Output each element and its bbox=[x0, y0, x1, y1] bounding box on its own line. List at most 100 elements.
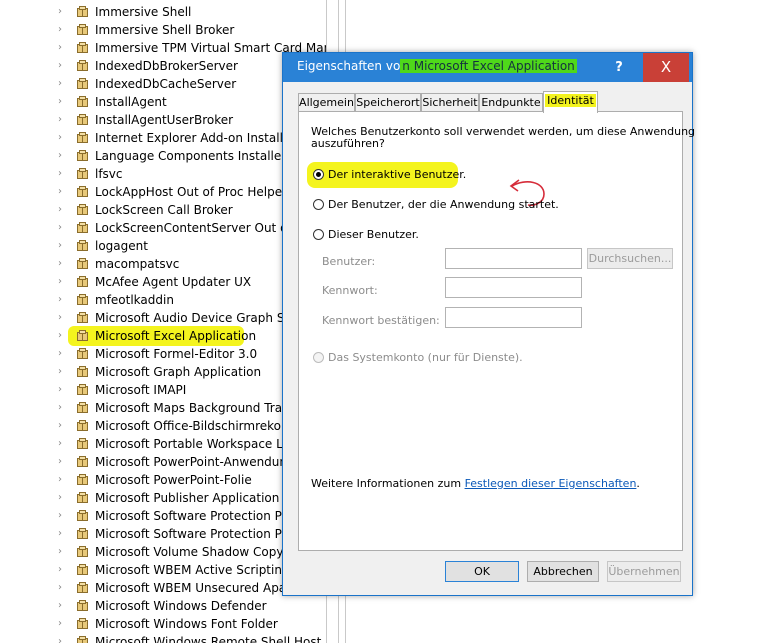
chevron-right-icon[interactable]: › bbox=[58, 294, 62, 306]
tree-item[interactable]: › McAfee Agent Updater UX bbox=[0, 273, 326, 291]
tree-item[interactable]: › Microsoft PowerPoint-Anwendung bbox=[0, 453, 326, 471]
tree-item[interactable]: › LockAppHost Out of Proc Helper fo bbox=[0, 183, 326, 201]
tree-item[interactable]: › LockScreen Call Broker bbox=[0, 201, 326, 219]
tree-item[interactable]: › InstallAgentUserBroker bbox=[0, 111, 326, 129]
tab-sicherheit[interactable]: Sicherheit bbox=[421, 93, 479, 112]
chevron-right-icon[interactable]: › bbox=[58, 222, 62, 234]
chevron-right-icon[interactable]: › bbox=[58, 114, 62, 126]
tree-item[interactable]: › Microsoft Audio Device Graph Serve bbox=[0, 309, 326, 327]
tree-item[interactable]: › Microsoft Windows Defender bbox=[0, 597, 326, 615]
tree-item[interactable]: › Microsoft Software Protection Platf bbox=[0, 507, 326, 525]
chevron-right-icon[interactable]: › bbox=[58, 78, 62, 90]
chevron-right-icon[interactable]: › bbox=[58, 636, 62, 643]
chevron-right-icon[interactable]: › bbox=[58, 582, 62, 594]
component-box-icon bbox=[77, 636, 88, 643]
more-info-link[interactable]: Festlegen dieser Eigenschaften bbox=[465, 477, 637, 490]
tree-item[interactable]: › Microsoft WBEM Active Scripting Ev bbox=[0, 561, 326, 579]
tree-item[interactable]: › Microsoft Software Protection Platf bbox=[0, 525, 326, 543]
chevron-right-icon[interactable]: › bbox=[58, 204, 62, 216]
tree-item[interactable]: › Immersive Shell bbox=[0, 3, 326, 21]
chevron-right-icon[interactable]: › bbox=[58, 546, 62, 558]
tree-item[interactable]: › Language Components Installer Com bbox=[0, 147, 326, 165]
tree-item[interactable]: › Microsoft Windows Font Folder bbox=[0, 615, 326, 633]
close-button[interactable]: X bbox=[643, 53, 689, 82]
chevron-right-icon[interactable]: › bbox=[58, 168, 62, 180]
tree-item[interactable]: › logagent bbox=[0, 237, 326, 255]
label-this-user[interactable]: Dieser Benutzer. bbox=[328, 228, 419, 241]
chevron-right-icon[interactable]: › bbox=[58, 96, 62, 108]
tree-item[interactable]: › macompatsvc bbox=[0, 255, 326, 273]
tree-item[interactable]: › mfeotlkaddin bbox=[0, 291, 326, 309]
chevron-right-icon[interactable]: › bbox=[58, 510, 62, 522]
cancel-button[interactable]: Abbrechen bbox=[527, 561, 599, 582]
tree-item[interactable]: ›Immersive TPM Virtual Smart Card Manage… bbox=[0, 39, 326, 57]
tree-item[interactable]: › Microsoft Office-Bildschirmrekorde bbox=[0, 417, 326, 435]
browse-button[interactable]: Durchsuchen... bbox=[587, 248, 673, 269]
label-launching-user[interactable]: Der Benutzer, der die Anwendung startet. bbox=[328, 198, 559, 211]
chevron-right-icon[interactable]: › bbox=[58, 186, 62, 198]
chevron-right-icon[interactable]: › bbox=[58, 42, 62, 54]
confirm-password-input[interactable] bbox=[445, 307, 582, 328]
tab-identitaet[interactable]: Identität bbox=[543, 91, 598, 113]
tab-endpunkte[interactable]: Endpunkte bbox=[479, 93, 543, 112]
tab-speicherort[interactable]: Speicherort bbox=[355, 93, 421, 112]
radio-this-user[interactable] bbox=[313, 229, 324, 240]
tree-item[interactable]: › Microsoft Portable Workspace Laun bbox=[0, 435, 326, 453]
tree-item[interactable]: › Microsoft WBEM Unsecured Apartm bbox=[0, 579, 326, 597]
chevron-right-icon[interactable]: › bbox=[58, 438, 62, 450]
chevron-right-icon[interactable]: › bbox=[58, 456, 62, 468]
radio-launching-user[interactable] bbox=[313, 199, 324, 210]
help-button[interactable]: ? bbox=[596, 53, 642, 82]
tree-item[interactable]: › Microsoft Graph Application bbox=[0, 363, 326, 381]
tree-item-label: Microsoft Office-Bildschirmrekorde bbox=[95, 419, 301, 433]
tree-item[interactable]: › Microsoft Formel-Editor 3.0 bbox=[0, 345, 326, 363]
chevron-right-icon[interactable]: › bbox=[58, 312, 62, 324]
chevron-right-icon[interactable]: › bbox=[58, 330, 62, 342]
tree-item[interactable]: › Microsoft Excel Application bbox=[0, 327, 326, 345]
tab-allgemein[interactable]: Allgemein bbox=[298, 93, 355, 112]
title-bar[interactable]: Eigenschaften vo n Microsoft Excel Applic… bbox=[283, 53, 692, 82]
chevron-right-icon[interactable]: › bbox=[58, 240, 62, 252]
chevron-right-icon[interactable]: › bbox=[58, 348, 62, 360]
tree-item[interactable]: › LockScreenContentServer Out of Pr bbox=[0, 219, 326, 237]
tree-item[interactable]: › Immersive Shell Broker bbox=[0, 21, 326, 39]
tree-item[interactable]: › Microsoft Maps Background Transf bbox=[0, 399, 326, 417]
tree-item[interactable]: › Microsoft IMAPI bbox=[0, 381, 326, 399]
chevron-right-icon[interactable]: › bbox=[58, 420, 62, 432]
tree-item-label: Microsoft WBEM Unsecured Apartm bbox=[95, 581, 308, 595]
tree-item[interactable]: › Microsoft Windows Remote Shell Host bbox=[0, 633, 326, 643]
label-interactive-user[interactable]: Der interaktive Benutzer. bbox=[328, 168, 466, 181]
chevron-right-icon[interactable]: › bbox=[58, 6, 62, 18]
user-input[interactable] bbox=[445, 248, 582, 269]
ok-button[interactable]: OK bbox=[445, 561, 519, 582]
chevron-right-icon[interactable]: › bbox=[58, 276, 62, 288]
chevron-right-icon[interactable]: › bbox=[58, 528, 62, 540]
chevron-right-icon[interactable]: › bbox=[58, 150, 62, 162]
tree-item[interactable]: › lfsvc bbox=[0, 165, 326, 183]
chevron-right-icon[interactable]: › bbox=[58, 132, 62, 144]
chevron-right-icon[interactable]: › bbox=[58, 618, 62, 630]
chevron-right-icon[interactable]: › bbox=[58, 564, 62, 576]
chevron-right-icon[interactable]: › bbox=[58, 24, 62, 36]
chevron-right-icon[interactable]: › bbox=[58, 60, 62, 72]
tree-item[interactable]: › Microsoft Publisher Application bbox=[0, 489, 326, 507]
tree-item[interactable]: › IndexedDbBrokerServer bbox=[0, 57, 326, 75]
chevron-right-icon[interactable]: › bbox=[58, 366, 62, 378]
radio-system-account[interactable] bbox=[313, 352, 324, 363]
label-system-account[interactable]: Das Systemkonto (nur für Dienste). bbox=[328, 351, 523, 364]
chevron-right-icon[interactable]: › bbox=[58, 492, 62, 504]
tree-item[interactable]: › Microsoft PowerPoint-Folie bbox=[0, 471, 326, 489]
password-input[interactable] bbox=[445, 277, 582, 298]
radio-interactive-user[interactable] bbox=[313, 169, 324, 180]
chevron-right-icon[interactable]: › bbox=[58, 402, 62, 414]
chevron-right-icon[interactable]: › bbox=[58, 474, 62, 486]
chevron-right-icon[interactable]: › bbox=[58, 384, 62, 396]
tree-item[interactable]: › Internet Explorer Add-on Installer bbox=[0, 129, 326, 147]
tree-item[interactable]: › Microsoft Volume Shadow Copy Se bbox=[0, 543, 326, 561]
tree-item-label: Microsoft WBEM Active Scripting Ev bbox=[95, 563, 309, 577]
chevron-right-icon[interactable]: › bbox=[58, 600, 62, 612]
tree-item[interactable]: › IndexedDbCacheServer bbox=[0, 75, 326, 93]
tree-item[interactable]: › InstallAgent bbox=[0, 93, 326, 111]
apply-button[interactable]: Übernehmen bbox=[607, 561, 681, 582]
chevron-right-icon[interactable]: › bbox=[58, 258, 62, 270]
